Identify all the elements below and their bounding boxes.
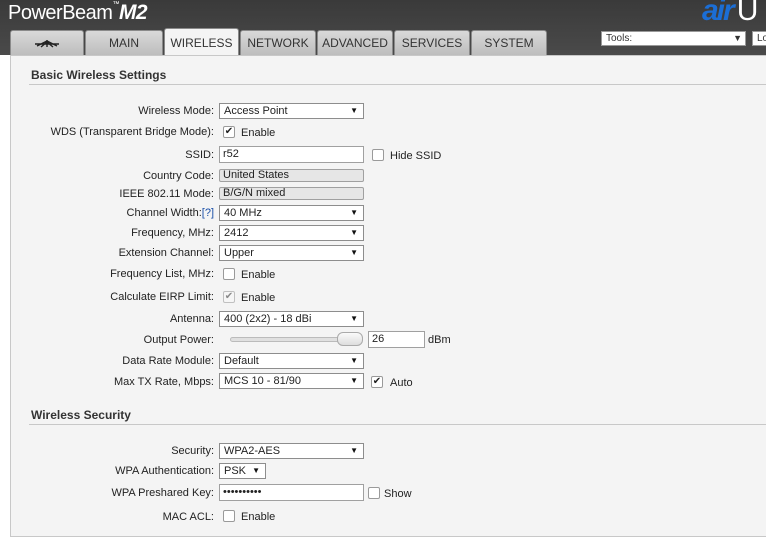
- airos-logo: air U: [702, 0, 758, 27]
- mac-acl-checkbox[interactable]: [223, 510, 235, 522]
- wireless-mode-value: Access Point: [224, 105, 288, 117]
- max-tx-rate-label: Max TX Rate, Mbps:: [113, 376, 214, 388]
- antenna-label: Antenna:: [169, 313, 214, 325]
- extension-channel-value: Upper: [224, 247, 254, 259]
- ieee-mode-field: B/G/N mixed: [219, 187, 364, 200]
- ssid-input[interactable]: r52: [219, 146, 364, 163]
- section-divider: [29, 424, 766, 425]
- logout-button[interactable]: Lo: [752, 31, 766, 46]
- frequency-select[interactable]: 2412 ▼: [219, 225, 364, 241]
- max-tx-rate-select[interactable]: MCS 10 - 81/90 ▼: [219, 373, 364, 389]
- chevron-down-icon: ▼: [350, 356, 358, 365]
- wds-enable-checkbox[interactable]: ✔: [223, 126, 235, 138]
- country-code-label: Country Code:: [143, 170, 214, 182]
- chevron-down-icon: ▼: [350, 208, 358, 217]
- tab-main[interactable]: MAIN: [85, 30, 163, 55]
- mac-acl-enable-label: Enable: [241, 511, 276, 523]
- security-value: WPA2-AES: [224, 445, 281, 457]
- frequency-value: 2412: [224, 227, 249, 239]
- tools-label: Tools:: [606, 33, 633, 44]
- chevron-down-icon: ▼: [350, 446, 358, 455]
- output-power-label: Output Power:: [143, 334, 214, 346]
- section-divider: [29, 84, 766, 85]
- eirp-limit-checkbox[interactable]: ✔: [223, 291, 235, 303]
- wpa-preshared-key-label: WPA Preshared Key:: [111, 487, 214, 499]
- hide-ssid-label: Hide SSID: [390, 150, 442, 162]
- tab-wireless[interactable]: WIRELESS: [164, 28, 239, 56]
- extension-channel-label: Extension Channel:: [118, 247, 214, 259]
- max-tx-auto-checkbox[interactable]: ✔: [371, 376, 383, 388]
- product-logo: PowerBeam™M2: [8, 1, 148, 24]
- channel-width-select[interactable]: 40 MHz ▼: [219, 205, 364, 221]
- wpa-preshared-key-input[interactable]: ••••••••••: [219, 484, 364, 501]
- wpa-authentication-value: PSK: [224, 465, 247, 477]
- tools-dropdown[interactable]: Tools: ▼: [601, 31, 746, 46]
- mac-acl-label: MAC ACL:: [162, 511, 214, 523]
- frequency-list-enable-label: Enable: [241, 269, 276, 281]
- data-rate-module-label: Data Rate Module:: [122, 355, 214, 367]
- eirp-limit-enable-label: Enable: [241, 292, 276, 304]
- channel-width-label: Channel Width:[?]: [127, 207, 214, 219]
- show-key-label: Show: [384, 488, 412, 500]
- chevron-down-icon: ▼: [350, 106, 358, 115]
- chevron-down-icon: ▼: [350, 314, 358, 323]
- country-code-field: United States: [219, 169, 364, 182]
- channel-width-help-link[interactable]: [?]: [202, 207, 214, 219]
- tab-advanced[interactable]: ADVANCED: [317, 30, 393, 55]
- section-title-basic-wireless: Basic Wireless Settings: [31, 68, 167, 82]
- section-title-wireless-security: Wireless Security: [31, 408, 131, 422]
- chevron-down-icon: ▼: [350, 228, 358, 237]
- chevron-down-icon: ▼: [733, 33, 742, 43]
- data-rate-module-value: Default: [224, 355, 259, 367]
- security-select[interactable]: WPA2-AES ▼: [219, 443, 364, 459]
- tab-system[interactable]: SYSTEM: [471, 30, 547, 55]
- security-label: Security:: [171, 445, 214, 457]
- wpa-authentication-select[interactable]: PSK ▼: [219, 463, 266, 479]
- max-tx-rate-value: MCS 10 - 81/90: [224, 375, 302, 387]
- frequency-list-checkbox[interactable]: [223, 268, 235, 280]
- wds-label: WDS (Transparent Bridge Mode):: [50, 126, 214, 138]
- frequency-list-label: Frequency List, MHz:: [110, 268, 214, 280]
- tab-services[interactable]: SERVICES: [394, 30, 470, 55]
- eirp-limit-label: Calculate EIRP Limit:: [110, 291, 214, 303]
- output-power-unit: dBm: [428, 334, 451, 346]
- chevron-down-icon: ▼: [252, 466, 260, 475]
- output-power-input[interactable]: 26: [368, 331, 425, 348]
- wds-enable-label: Enable: [241, 127, 276, 139]
- antenna-value: 400 (2x2) - 18 dBi: [224, 313, 312, 325]
- chevron-down-icon: ▼: [350, 248, 358, 257]
- ieee-mode-label: IEEE 802.11 Mode:: [119, 188, 214, 200]
- channel-width-value: 40 MHz: [224, 207, 262, 219]
- antenna-select[interactable]: 400 (2x2) - 18 dBi ▼: [219, 311, 364, 327]
- channel-width-label-text: Channel Width:: [126, 207, 202, 219]
- max-tx-auto-label: Auto: [390, 377, 413, 389]
- tab-ubnt-logo[interactable]: [10, 30, 84, 55]
- output-power-slider-handle[interactable]: [337, 332, 363, 346]
- ubiquiti-antenna-icon: [35, 40, 59, 48]
- wireless-mode-select[interactable]: Access Point ▼: [219, 103, 364, 119]
- tab-network[interactable]: NETWORK: [240, 30, 316, 55]
- wireless-mode-label: Wireless Mode:: [138, 105, 214, 117]
- header-bar: PowerBeam™M2 air U MAIN WIRELESS NETWORK …: [0, 0, 766, 56]
- hide-ssid-checkbox[interactable]: [372, 149, 384, 161]
- ssid-label: SSID:: [185, 149, 214, 161]
- extension-channel-select[interactable]: Upper ▼: [219, 245, 364, 261]
- wpa-authentication-label: WPA Authentication:: [115, 465, 214, 477]
- frequency-label: Frequency, MHz:: [131, 227, 214, 239]
- show-key-checkbox[interactable]: [368, 487, 380, 499]
- data-rate-module-select[interactable]: Default ▼: [219, 353, 364, 369]
- chevron-down-icon: ▼: [350, 376, 358, 385]
